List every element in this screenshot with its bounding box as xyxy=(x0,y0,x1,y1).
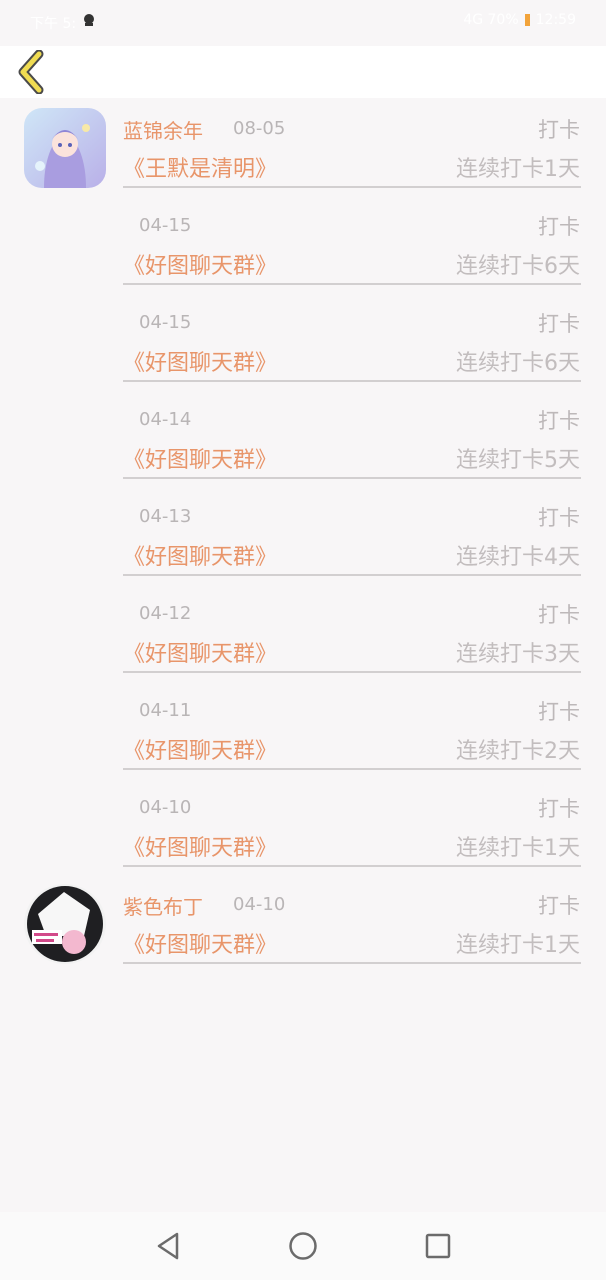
checkin-date: 08-05 xyxy=(233,118,286,139)
streak-text: 连续打卡5天 xyxy=(456,448,580,473)
checkin-date: 04-10 xyxy=(233,894,286,915)
list-item[interactable]: 04-14 打卡《好图聊天群》 连续打卡5天 xyxy=(0,389,606,486)
group-name[interactable]: 《好图聊天群》 xyxy=(123,830,277,862)
header xyxy=(0,46,606,98)
divider xyxy=(123,380,581,382)
checkin-date: 04-11 xyxy=(139,700,192,721)
circle-home-icon xyxy=(289,1232,317,1260)
system-nav-bar xyxy=(0,1212,606,1280)
checkin-label: 打卡 xyxy=(538,409,580,433)
checkin-label: 打卡 xyxy=(538,894,580,918)
checkin-date: 04-13 xyxy=(139,506,192,527)
checkin-label: 打卡 xyxy=(538,700,580,724)
list-item[interactable]: 04-15 打卡《好图聊天群》 连续打卡6天 xyxy=(0,292,606,389)
list-item[interactable]: 04-15 打卡《好图聊天群》 连续打卡6天 xyxy=(0,195,606,292)
battery-icon xyxy=(524,14,530,26)
triangle-back-icon xyxy=(157,1232,179,1260)
group-name[interactable]: 《好图聊天群》 xyxy=(123,733,277,765)
divider xyxy=(123,962,581,964)
nav-recents-button[interactable] xyxy=(422,1230,454,1262)
group-name[interactable]: 《好图聊天群》 xyxy=(123,248,277,280)
group-name[interactable]: 《好图聊天群》 xyxy=(123,927,277,959)
checkin-date: 04-12 xyxy=(139,603,192,624)
list-item[interactable]: 04-10 打卡《好图聊天群》 连续打卡1天 xyxy=(0,777,606,874)
checkin-label: 打卡 xyxy=(538,312,580,336)
avatar[interactable] xyxy=(24,884,106,964)
status-left: 下午 5: xyxy=(30,12,97,33)
divider xyxy=(123,671,581,673)
group-name[interactable]: 《好图聊天群》 xyxy=(123,539,277,571)
checkin-label: 打卡 xyxy=(538,797,580,821)
checkin-label: 打卡 xyxy=(538,215,580,239)
square-recents-icon xyxy=(425,1233,451,1259)
checkin-date: 04-10 xyxy=(139,797,192,818)
divider xyxy=(123,865,581,867)
notification-icon xyxy=(81,12,97,28)
group-name[interactable]: 《好图聊天群》 xyxy=(123,345,277,377)
clock: 12:59 xyxy=(535,12,576,28)
list-item[interactable]: 04-12 打卡《好图聊天群》 连续打卡3天 xyxy=(0,583,606,680)
checkin-date: 04-15 xyxy=(139,312,192,333)
group-name[interactable]: 《好图聊天群》 xyxy=(123,442,277,474)
user-name[interactable]: 蓝锦余年 xyxy=(123,115,203,144)
checkin-date: 04-15 xyxy=(139,215,192,236)
nav-back-button[interactable] xyxy=(152,1230,184,1262)
streak-text: 连续打卡6天 xyxy=(456,254,580,279)
streak-text: 连续打卡6天 xyxy=(456,351,580,376)
user-name[interactable]: 紫色布丁 xyxy=(123,891,203,920)
streak-text: 连续打卡4天 xyxy=(456,545,580,570)
checkin-date: 04-14 xyxy=(139,409,192,430)
streak-text: 连续打卡1天 xyxy=(456,157,580,182)
streak-text: 连续打卡1天 xyxy=(456,836,580,861)
divider xyxy=(123,477,581,479)
checkin-label: 打卡 xyxy=(538,118,580,142)
avatar[interactable] xyxy=(24,108,106,188)
list-item[interactable]: 04-13 打卡《好图聊天群》 连续打卡4天 xyxy=(0,486,606,583)
list-item[interactable]: 蓝锦余年 08-05 打卡《王默是清明》 连续打卡1天 xyxy=(0,98,606,195)
back-button[interactable] xyxy=(12,50,52,94)
group-name[interactable]: 《王默是清明》 xyxy=(123,151,277,183)
streak-text: 连续打卡1天 xyxy=(456,933,580,958)
status-bar: 下午 5: 4G 70% 12:59 xyxy=(0,0,606,46)
divider xyxy=(123,768,581,770)
checkin-label: 打卡 xyxy=(538,603,580,627)
list-item[interactable]: 紫色布丁 04-10 打卡《好图聊天群》 连续打卡1天 xyxy=(0,874,606,971)
divider xyxy=(123,574,581,576)
status-right: 4G 70% 12:59 xyxy=(463,12,576,28)
status-time: 下午 5: xyxy=(30,16,77,32)
nav-home-button[interactable] xyxy=(287,1230,319,1262)
chevron-left-icon xyxy=(18,50,44,94)
signal-text: 4G 70% xyxy=(463,12,519,28)
group-name[interactable]: 《好图聊天群》 xyxy=(123,636,277,668)
streak-text: 连续打卡2天 xyxy=(456,739,580,764)
checkin-list: 蓝锦余年 08-05 打卡 《王默是清明》 连续打卡1天 04-15 打卡 《好图聊天群》 连续… xyxy=(0,98,606,971)
divider xyxy=(123,186,581,188)
checkin-label: 打卡 xyxy=(538,506,580,530)
list-item[interactable]: 04-11 打卡《好图聊天群》 连续打卡2天 xyxy=(0,680,606,777)
divider xyxy=(123,283,581,285)
streak-text: 连续打卡3天 xyxy=(456,642,580,667)
